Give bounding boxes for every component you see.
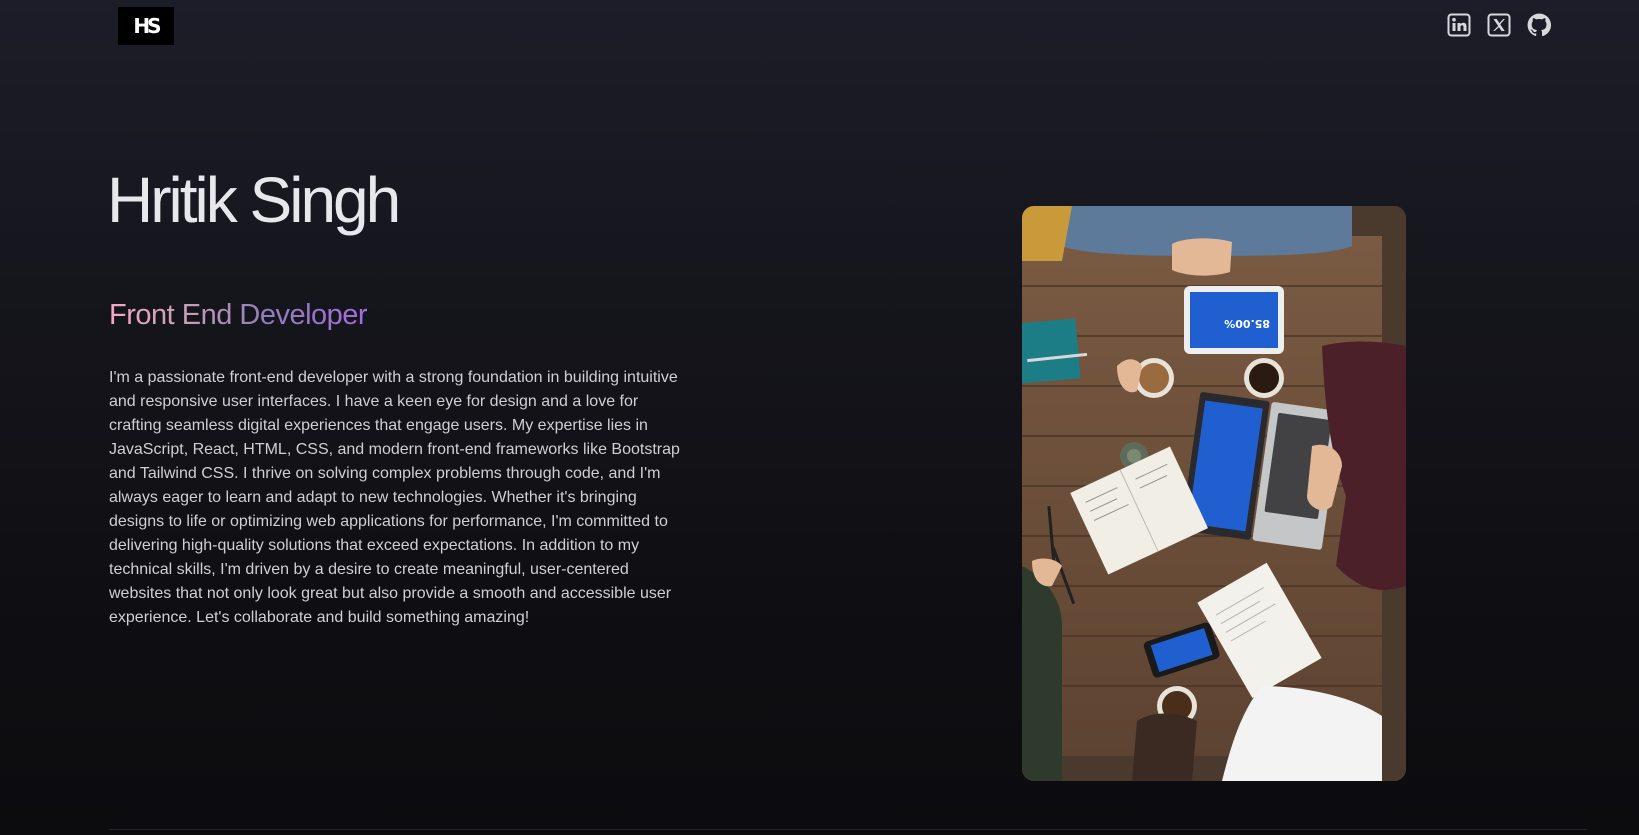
tablet-percentage-text: 85.00% bbox=[1224, 317, 1270, 330]
hero-role: Front End Developer bbox=[109, 299, 368, 331]
github-link[interactable] bbox=[1527, 13, 1551, 37]
github-icon bbox=[1527, 13, 1551, 37]
section-divider bbox=[109, 829, 1587, 830]
team-workspace-illustration: 85.00% bbox=[1022, 206, 1406, 781]
x-twitter-link[interactable] bbox=[1487, 13, 1511, 37]
linkedin-link[interactable] bbox=[1447, 13, 1471, 37]
logo[interactable]: HS bbox=[118, 7, 174, 45]
hero-name: Hritik Singh bbox=[107, 164, 401, 236]
x-twitter-icon bbox=[1487, 13, 1511, 37]
linkedin-icon bbox=[1447, 13, 1471, 37]
social-links bbox=[1447, 13, 1551, 37]
hero-photo: 85.00% bbox=[1022, 206, 1406, 781]
hero-bio: I'm a passionate front-end developer wit… bbox=[109, 369, 680, 626]
